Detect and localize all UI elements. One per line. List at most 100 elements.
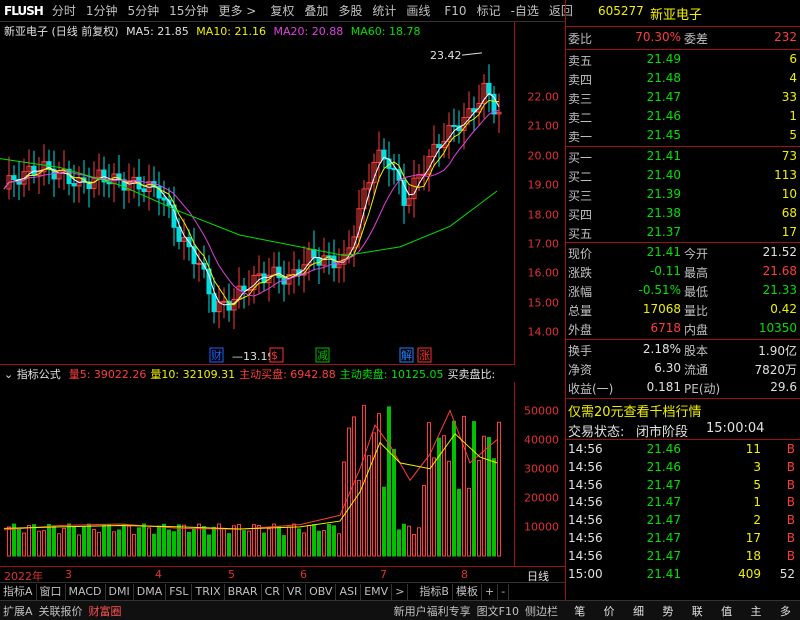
indicator-tab-asi[interactable]: ASI <box>336 583 362 600</box>
bid-row[interactable]: 买五 21.37 17 <box>566 225 800 243</box>
volume-bar <box>352 416 356 557</box>
status-right-tab-6[interactable]: 主 <box>747 603 764 619</box>
indicator-tab-obv[interactable]: OBV <box>306 583 337 600</box>
status-f10-button[interactable]: 图文F10 <box>474 603 522 619</box>
kline-svg[interactable]: 23.42 —13.19 财 $ 减 解涨 <box>0 22 515 364</box>
promo-link[interactable]: 仅需20元查看千档行情 <box>568 401 702 420</box>
high-annotation-arrow <box>461 52 483 56</box>
ask-row[interactable]: 卖一 21.45 5 <box>566 128 800 146</box>
indicator-tab--15[interactable]: 模板 <box>453 583 482 600</box>
volume-bar <box>452 420 456 557</box>
status-right-tab-2[interactable]: 细 <box>630 603 647 619</box>
ask-row[interactable]: 卖三 21.47 33 <box>566 90 800 108</box>
indicator-tab-fsl[interactable]: FSL <box>166 583 193 600</box>
indicator-tab-dma[interactable]: DMA <box>134 583 167 600</box>
status-right-tab-4[interactable]: 联 <box>689 603 706 619</box>
bid-row[interactable]: 买一 21.41 73 <box>566 149 800 167</box>
volume-bar <box>117 529 121 557</box>
stock-name: 新亚电子 <box>650 8 703 23</box>
volume-bar <box>447 460 451 557</box>
low-price-annotation: —13.19 <box>232 350 275 363</box>
indicator-tab-trix[interactable]: TRIX <box>192 583 225 600</box>
divider <box>566 26 800 27</box>
order-ratio-value: 70.30% <box>635 30 681 44</box>
volume-bar <box>432 457 436 557</box>
event-tag-3: 解 <box>401 348 412 362</box>
volume-bar <box>322 530 326 557</box>
indicator-tab--17[interactable]: - <box>498 583 510 600</box>
volume-bar <box>232 525 236 557</box>
indicator-tab-dmi[interactable]: DMI <box>106 583 134 600</box>
mark-button[interactable]: 标记 <box>472 0 506 22</box>
status-new-user-link[interactable]: 新用户福利专享 <box>391 603 474 619</box>
status-extend-button[interactable]: 扩展A <box>0 603 36 619</box>
indicator-tab-b[interactable]: 指标B <box>416 583 453 600</box>
ask-row[interactable]: 卖四 21.48 4 <box>566 71 800 89</box>
indicator-tab-a[interactable]: 指标A <box>0 583 37 600</box>
status-right-tab-1[interactable]: 价 <box>601 603 618 619</box>
bid-row[interactable]: 买二 21.40 113 <box>566 168 800 186</box>
adjust-button[interactable]: 复权 <box>265 0 299 22</box>
indicator-tab-vr[interactable]: VR <box>284 583 307 600</box>
more-periods-button[interactable]: 更多 > <box>213 0 261 22</box>
f10-button[interactable]: F10 <box>439 0 471 22</box>
tab-15min[interactable]: 15分钟 <box>164 0 213 22</box>
promo-row[interactable]: 仅需20元查看千档行情 <box>566 401 800 420</box>
volume-bar <box>407 525 411 557</box>
ask-label: 卖一 <box>568 130 593 144</box>
tab-5min[interactable]: 5分钟 <box>123 0 165 22</box>
volume-bar <box>27 524 31 557</box>
volume-bar <box>307 524 311 557</box>
kline-chart[interactable]: 23.42 —13.19 财 $ 减 解涨 <box>0 22 515 364</box>
volume-bar <box>427 422 431 557</box>
volume-bar <box>227 533 231 557</box>
volume-bar <box>157 525 161 557</box>
overlay-button[interactable]: 叠加 <box>299 0 333 22</box>
candle-body <box>221 300 227 303</box>
ask-row[interactable]: 卖二 21.46 1 <box>566 109 800 127</box>
bid-row[interactable]: 买三 21.39 10 <box>566 187 800 205</box>
indicator-tab-cr[interactable]: CR <box>262 583 284 600</box>
indicator-tab-brar[interactable]: BRAR <box>225 583 262 600</box>
indicator-tab--16[interactable]: + <box>482 583 499 600</box>
bid-row[interactable]: 买四 21.38 68 <box>566 206 800 224</box>
ask-volume: 5 <box>789 128 797 142</box>
indicator-tab--1[interactable]: 窗口 <box>37 583 66 600</box>
tick-price: 21.46 <box>646 442 681 456</box>
volume-bar <box>287 526 291 557</box>
tab-timeshare[interactable]: 分时 <box>47 0 81 22</box>
indicator-tab-macd[interactable]: MACD <box>66 583 106 600</box>
order-ratio-row: 委比 70.30% 委差 232 <box>566 30 800 48</box>
volume-chart[interactable] <box>0 382 515 566</box>
stat-label: 最低 <box>684 285 709 299</box>
volume-svg[interactable] <box>0 382 515 566</box>
status-right-tab-3[interactable]: 势 <box>659 603 676 619</box>
draw-line-button[interactable]: 画线 <box>401 0 435 22</box>
status-right-tab-0[interactable]: 笔 <box>571 603 588 619</box>
status-right-tab-5[interactable]: 值 <box>718 603 735 619</box>
tick-side: B <box>786 513 795 528</box>
tick-side: B <box>786 548 795 563</box>
tick-time: 14:56 <box>568 477 603 492</box>
tab-1min[interactable]: 1分钟 <box>81 0 123 22</box>
multi-stock-button[interactable]: 多股 <box>333 0 367 22</box>
status-wealth-circle-button[interactable]: 财富圈 <box>86 603 125 619</box>
stat-label: 总量 <box>568 304 593 318</box>
volume-bar <box>167 529 171 557</box>
volume-bar <box>492 458 496 557</box>
indicator-tab--13[interactable]: > <box>392 583 409 600</box>
date-label-mar: 3 <box>65 568 72 581</box>
volume-bar <box>317 530 321 557</box>
stats-button[interactable]: 统计 <box>367 0 401 22</box>
volume-bar <box>47 523 51 557</box>
tick-row: 15:00 21.41 409 52 <box>566 567 800 585</box>
indicator-tab-emv[interactable]: EMV <box>361 583 393 600</box>
status-right-tab-7[interactable]: 多 <box>777 603 794 619</box>
status-related-quotes-button[interactable]: 关联报价 <box>36 603 86 619</box>
ask-row[interactable]: 卖五 21.49 6 <box>566 52 800 70</box>
status-sidebar-button[interactable]: 侧边栏 <box>522 603 561 619</box>
watchlist-button[interactable]: -自选 <box>506 0 544 22</box>
volume-bar <box>222 527 226 557</box>
trade-state-value: 闭市阶段 <box>636 425 689 440</box>
indicator-formula-label[interactable]: ⌄ 指标公式 <box>4 366 65 382</box>
